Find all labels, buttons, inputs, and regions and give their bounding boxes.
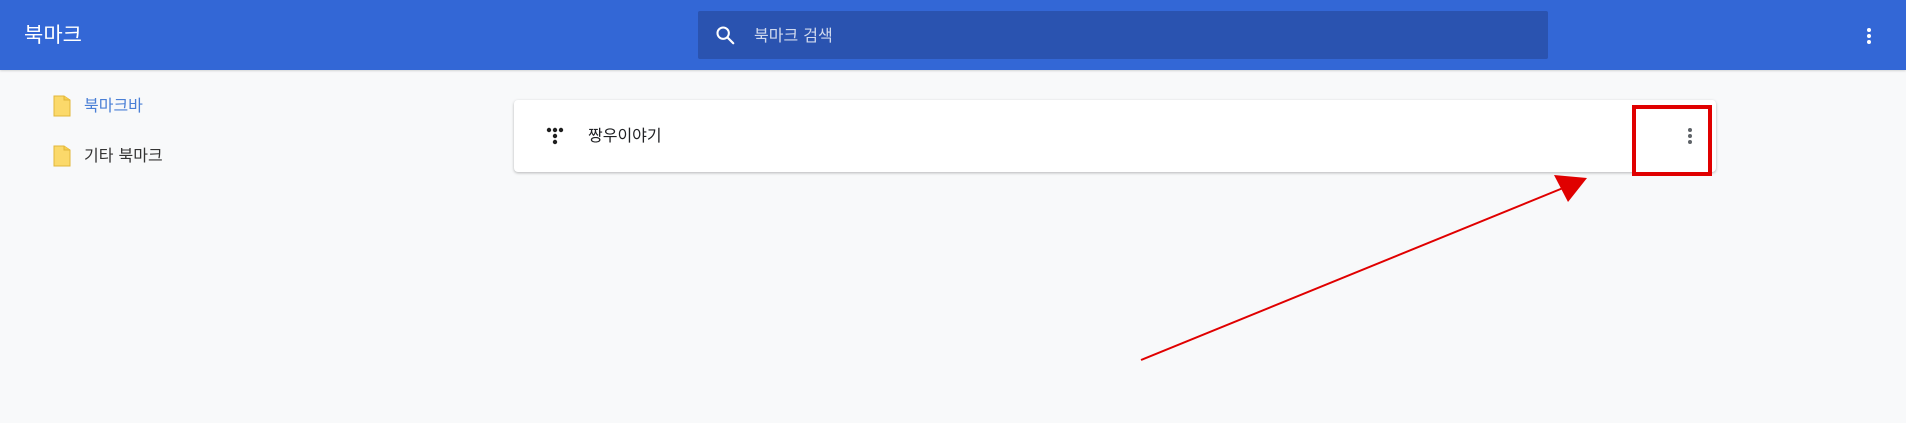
search-box[interactable]	[698, 11, 1548, 59]
bookmarks-page: 북마크 북마크바 기타 북마크	[0, 0, 1906, 423]
sidebar-item-other-bookmarks[interactable]: 기타 북마크	[50, 140, 320, 172]
bookmark-item[interactable]: 짱우이야기	[514, 100, 1716, 172]
more-vert-icon	[1688, 128, 1692, 132]
tistory-favicon-icon	[546, 127, 564, 145]
bookmark-list-card: 짱우이야기	[514, 100, 1716, 172]
more-vert-icon	[1688, 140, 1692, 144]
sidebar-item-bookmarks-bar[interactable]: 북마크바	[50, 90, 320, 122]
folder-icon	[53, 95, 71, 117]
page-title: 북마크	[24, 23, 82, 47]
more-options-button[interactable]	[1854, 21, 1884, 51]
bookmark-more-button[interactable]	[1674, 120, 1706, 152]
bookmark-title: 짱우이야기	[588, 126, 662, 145]
sidebar-item-label: 북마크바	[84, 96, 143, 115]
more-vert-icon	[1867, 40, 1871, 44]
search-icon[interactable]	[714, 24, 736, 46]
more-vert-icon	[1867, 34, 1871, 38]
folder-icon	[53, 145, 71, 167]
more-vert-icon	[1867, 28, 1871, 32]
top-app-bar: 북마크	[0, 0, 1906, 70]
search-input[interactable]	[754, 11, 1514, 59]
more-vert-icon	[1688, 134, 1692, 138]
sidebar-item-label: 기타 북마크	[84, 146, 163, 165]
